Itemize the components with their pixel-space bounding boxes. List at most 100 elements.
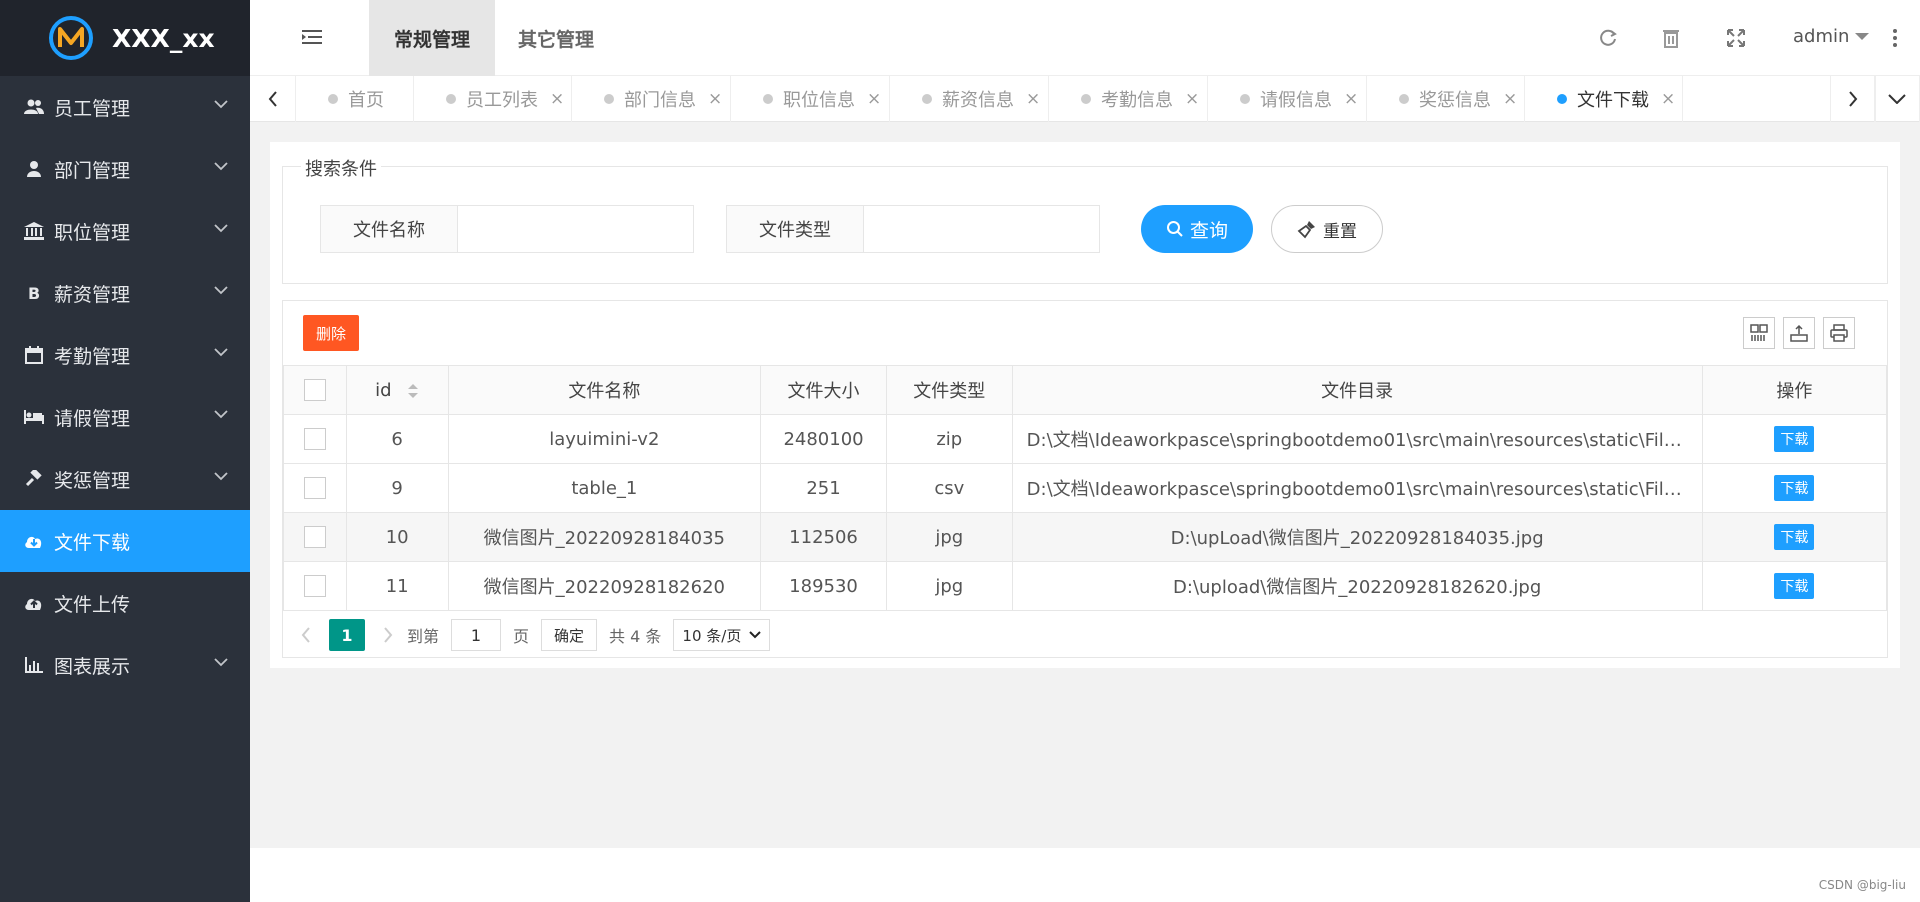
reset-button[interactable]: 重置 (1271, 205, 1383, 253)
sidebar-item-1[interactable]: 部门管理 (0, 138, 250, 200)
export-button[interactable] (1783, 317, 1815, 349)
table-row[interactable]: 9 table_1 251 csv D:\文档\Ideaworkpasce\spring… (283, 463, 1888, 513)
query-button[interactable]: 查询 (1141, 205, 1253, 253)
cell-filetype: jpg (885, 561, 1013, 611)
close-icon[interactable]: × (1503, 89, 1517, 109)
row-select-cell[interactable] (283, 414, 347, 464)
page-tab-5[interactable]: 考勤信息 × (1049, 76, 1208, 122)
close-icon[interactable]: × (1185, 89, 1199, 109)
columns-filter-button[interactable] (1743, 317, 1775, 349)
page-tab-3[interactable]: 职位信息 × (731, 76, 890, 122)
page-tab-1[interactable]: 员工列表 × (414, 76, 572, 122)
chevron-left-icon (268, 91, 277, 107)
columns-icon (1750, 324, 1768, 341)
row-select-cell[interactable] (283, 463, 347, 513)
chevron-down-icon (749, 631, 762, 639)
tabs-scroll-right[interactable] (1830, 76, 1876, 122)
download-button[interactable]: 下载 (1774, 524, 1815, 550)
row-checkbox[interactable] (303, 575, 326, 597)
close-icon[interactable]: × (1661, 89, 1675, 109)
cell-filetype: jpg (885, 512, 1013, 562)
menu-fold-icon[interactable] (302, 28, 322, 46)
sort-icon[interactable] (407, 382, 419, 400)
chevron-down-icon (214, 658, 228, 667)
delete-button[interactable]: 删除 (303, 315, 359, 351)
print-button[interactable] (1823, 317, 1855, 349)
fullscreen-icon[interactable] (1726, 28, 1746, 48)
row-checkbox[interactable] (303, 526, 326, 548)
goto-confirm-button[interactable]: 确定 (541, 619, 598, 651)
user-menu[interactable]: admin (1793, 26, 1870, 47)
page-tab-7[interactable]: 奖惩信息 × (1367, 76, 1525, 122)
sidebar-item-5[interactable]: 请假管理 (0, 386, 250, 448)
reset-button-label: 重置 (1323, 221, 1357, 242)
cell-directory: D:\upLoad\微信图片_20220928184035.jpg (1011, 512, 1703, 562)
table-row[interactable]: 11 微信图片_20220928182620 189530 jpg D:\upload\… (283, 561, 1888, 611)
table-row[interactable]: 6 layuimini-v2 2480100 zip D:\文档\Ideaworkpas… (283, 414, 1888, 464)
table-row[interactable]: 10 微信图片_20220928184035 112506 jpg D:\upLoad\… (283, 512, 1888, 562)
page-size-select[interactable]: 10 条/页 (673, 619, 771, 651)
select-all-cell[interactable] (283, 365, 347, 415)
select-all-checkbox[interactable] (303, 379, 326, 401)
page-tab-0[interactable]: 首页 (296, 76, 414, 122)
current-page[interactable]: 1 (329, 619, 365, 651)
logo-icon (49, 16, 93, 60)
sidebar-item-label: 奖惩管理 (54, 469, 131, 492)
sidebar-item-2[interactable]: 职位管理 (0, 200, 250, 262)
search-fieldset: 搜索条件 文件名称 文件类型 查询 重置 (282, 155, 1888, 284)
sidebar-item-9[interactable]: 图表展示 (0, 634, 250, 696)
next-page-icon[interactable] (383, 627, 393, 643)
tabs-scroll-left[interactable] (250, 76, 296, 122)
close-icon[interactable]: × (708, 89, 722, 109)
chevron-down-icon (214, 100, 228, 109)
more-vertical-icon[interactable] (1892, 28, 1898, 48)
trash-icon[interactable] (1662, 28, 1680, 48)
filename-input[interactable] (458, 205, 694, 253)
sidebar-item-6[interactable]: 奖惩管理 (0, 448, 250, 510)
cell-directory: D:\文档\Ideaworkpasce\springbootdemo01\src… (1011, 463, 1703, 513)
tab-status-dot (763, 94, 773, 104)
row-actions-cell: 下载 (1701, 463, 1888, 513)
tab-status-dot (604, 94, 614, 104)
close-icon[interactable]: × (1344, 89, 1358, 109)
content-area: 搜索条件 文件名称 文件类型 查询 重置 删除 id 文件名称 文件大小 文件类… (250, 122, 1920, 848)
sidebar-item-8[interactable]: 文件上传 (0, 572, 250, 634)
col-filename: 文件名称 (447, 365, 762, 415)
row-checkbox[interactable] (303, 477, 326, 499)
download-button[interactable]: 下载 (1774, 426, 1815, 452)
table-container: 删除 id 文件名称 文件大小 文件类型 文件目录 操作 6 layuimini… (282, 300, 1888, 658)
download-button[interactable]: 下载 (1774, 573, 1815, 599)
row-select-cell[interactable] (283, 561, 347, 611)
close-icon[interactable]: × (867, 89, 881, 109)
print-icon (1830, 324, 1848, 342)
close-icon[interactable]: × (1026, 89, 1040, 109)
tab-regular-management[interactable]: 常规管理 (369, 0, 495, 76)
sidebar-item-3[interactable]: B 薪资管理 (0, 262, 250, 324)
page-tab-4[interactable]: 薪资信息 × (890, 76, 1049, 122)
page-tab-label: 文件下载 (1577, 90, 1649, 111)
bed-icon (24, 407, 44, 427)
sidebar-item-4[interactable]: 考勤管理 (0, 324, 250, 386)
row-checkbox[interactable] (303, 428, 326, 450)
page-tab-2[interactable]: 部门信息 × (572, 76, 731, 122)
page-tab-6[interactable]: 请假信息 × (1208, 76, 1367, 122)
logo[interactable]: XXX_xx (0, 0, 250, 76)
col-id[interactable]: id (345, 365, 449, 415)
row-select-cell[interactable] (283, 512, 347, 562)
tab-other-management[interactable]: 其它管理 (493, 0, 619, 76)
refresh-icon[interactable] (1598, 28, 1618, 48)
filetype-input[interactable] (864, 205, 1100, 253)
prev-page-icon[interactable] (301, 627, 311, 643)
goto-page-input[interactable]: 1 (451, 619, 502, 651)
sidebar-item-7[interactable]: 文件下载 (0, 510, 250, 572)
tab-status-dot (1399, 94, 1409, 104)
footer: CSDN @big-liu (250, 848, 1920, 902)
tabs-more-dropdown[interactable] (1874, 76, 1920, 122)
page-tab-8[interactable]: 文件下载 × (1525, 76, 1683, 122)
svg-text:B: B (28, 284, 40, 302)
cell-filesize: 251 (760, 463, 887, 513)
download-button[interactable]: 下载 (1774, 475, 1815, 501)
close-icon[interactable]: × (550, 89, 564, 109)
sidebar-item-0[interactable]: 员工管理 (0, 76, 250, 138)
row-actions-cell: 下载 (1701, 512, 1888, 562)
